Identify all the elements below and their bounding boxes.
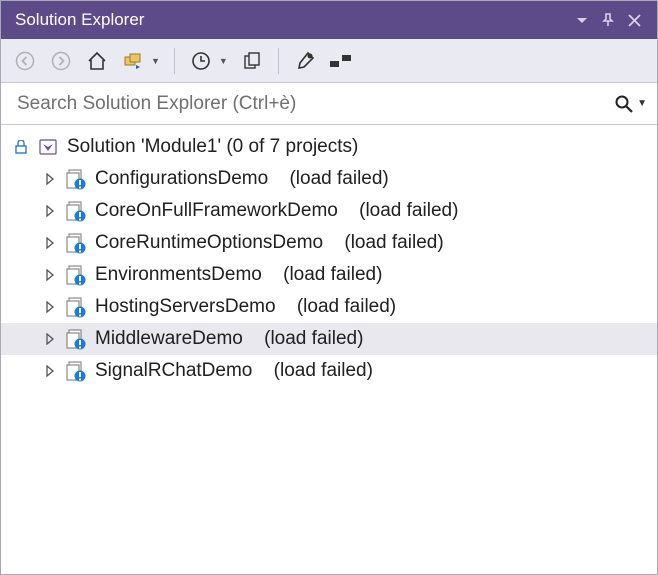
expander-icon[interactable]: [43, 204, 57, 218]
project-status: (load failed): [359, 200, 458, 222]
project-name: CoreOnFullFrameworkDemo: [95, 200, 338, 222]
project-name: HostingServersDemo: [95, 296, 276, 318]
project-node[interactable]: CoreRuntimeOptionsDemo (load failed): [1, 227, 657, 259]
pending-changes-button[interactable]: [185, 45, 217, 77]
solution-node[interactable]: Solution 'Module1' (0 of 7 projects): [1, 131, 657, 163]
toolbar: ▼ ▼: [1, 39, 657, 83]
project-node[interactable]: HostingServersDemo (load failed): [1, 291, 657, 323]
titlebar: Solution Explorer: [1, 1, 657, 39]
project-name: ConfigurationsDemo: [95, 168, 268, 190]
expander-icon[interactable]: [43, 236, 57, 250]
preview-button[interactable]: [325, 45, 357, 77]
project-icon: [65, 168, 87, 190]
forward-button[interactable]: [45, 45, 77, 77]
search-button[interactable]: ▼: [614, 94, 647, 114]
project-status: (load failed): [344, 232, 443, 254]
project-status: (load failed): [289, 168, 388, 190]
expander-icon[interactable]: [43, 172, 57, 186]
solution-icon: [37, 136, 59, 158]
project-icon: [65, 296, 87, 318]
lock-icon: [15, 140, 29, 154]
project-status: (load failed): [283, 264, 382, 286]
project-status: (load failed): [274, 360, 373, 382]
search-input[interactable]: [15, 92, 614, 116]
window-title: Solution Explorer: [15, 10, 569, 30]
project-node[interactable]: SignalRChatDemo (load failed): [1, 355, 657, 387]
project-node[interactable]: MiddlewareDemo (load failed): [1, 323, 657, 355]
solution-label: Solution 'Module1' (0 of 7 projects): [67, 136, 358, 158]
project-name: EnvironmentsDemo: [95, 264, 262, 286]
project-name: SignalRChatDemo: [95, 360, 252, 382]
solution-tree: Solution 'Module1' (0 of 7 projects) Con…: [1, 125, 657, 393]
toolbar-separator: [278, 48, 279, 74]
project-icon: [65, 264, 87, 286]
project-status: (load failed): [264, 328, 363, 350]
switch-views-button[interactable]: [117, 45, 149, 77]
expander-icon[interactable]: [43, 364, 57, 378]
project-icon: [65, 232, 87, 254]
project-node[interactable]: ConfigurationsDemo (load failed): [1, 163, 657, 195]
project-status: (load failed): [297, 296, 396, 318]
expander-icon[interactable]: [43, 332, 57, 346]
expander-icon[interactable]: [43, 268, 57, 282]
search-bar: ▼: [1, 83, 657, 125]
project-node[interactable]: CoreOnFullFrameworkDemo (load failed): [1, 195, 657, 227]
window-options-icon[interactable]: [569, 7, 595, 33]
toolbar-separator: [174, 48, 175, 74]
project-icon: [65, 200, 87, 222]
switch-views-dropdown[interactable]: ▼: [151, 56, 164, 66]
close-icon[interactable]: [621, 7, 647, 33]
home-button[interactable]: [81, 45, 113, 77]
properties-button[interactable]: [289, 45, 321, 77]
project-icon: [65, 360, 87, 382]
project-name: CoreRuntimeOptionsDemo: [95, 232, 323, 254]
project-node[interactable]: EnvironmentsDemo (load failed): [1, 259, 657, 291]
back-button[interactable]: [9, 45, 41, 77]
show-all-files-button[interactable]: [236, 45, 268, 77]
project-icon: [65, 328, 87, 350]
pending-changes-dropdown[interactable]: ▼: [219, 56, 232, 66]
expander-icon[interactable]: [43, 300, 57, 314]
project-name: MiddlewareDemo: [95, 328, 243, 350]
pin-icon[interactable]: [595, 7, 621, 33]
